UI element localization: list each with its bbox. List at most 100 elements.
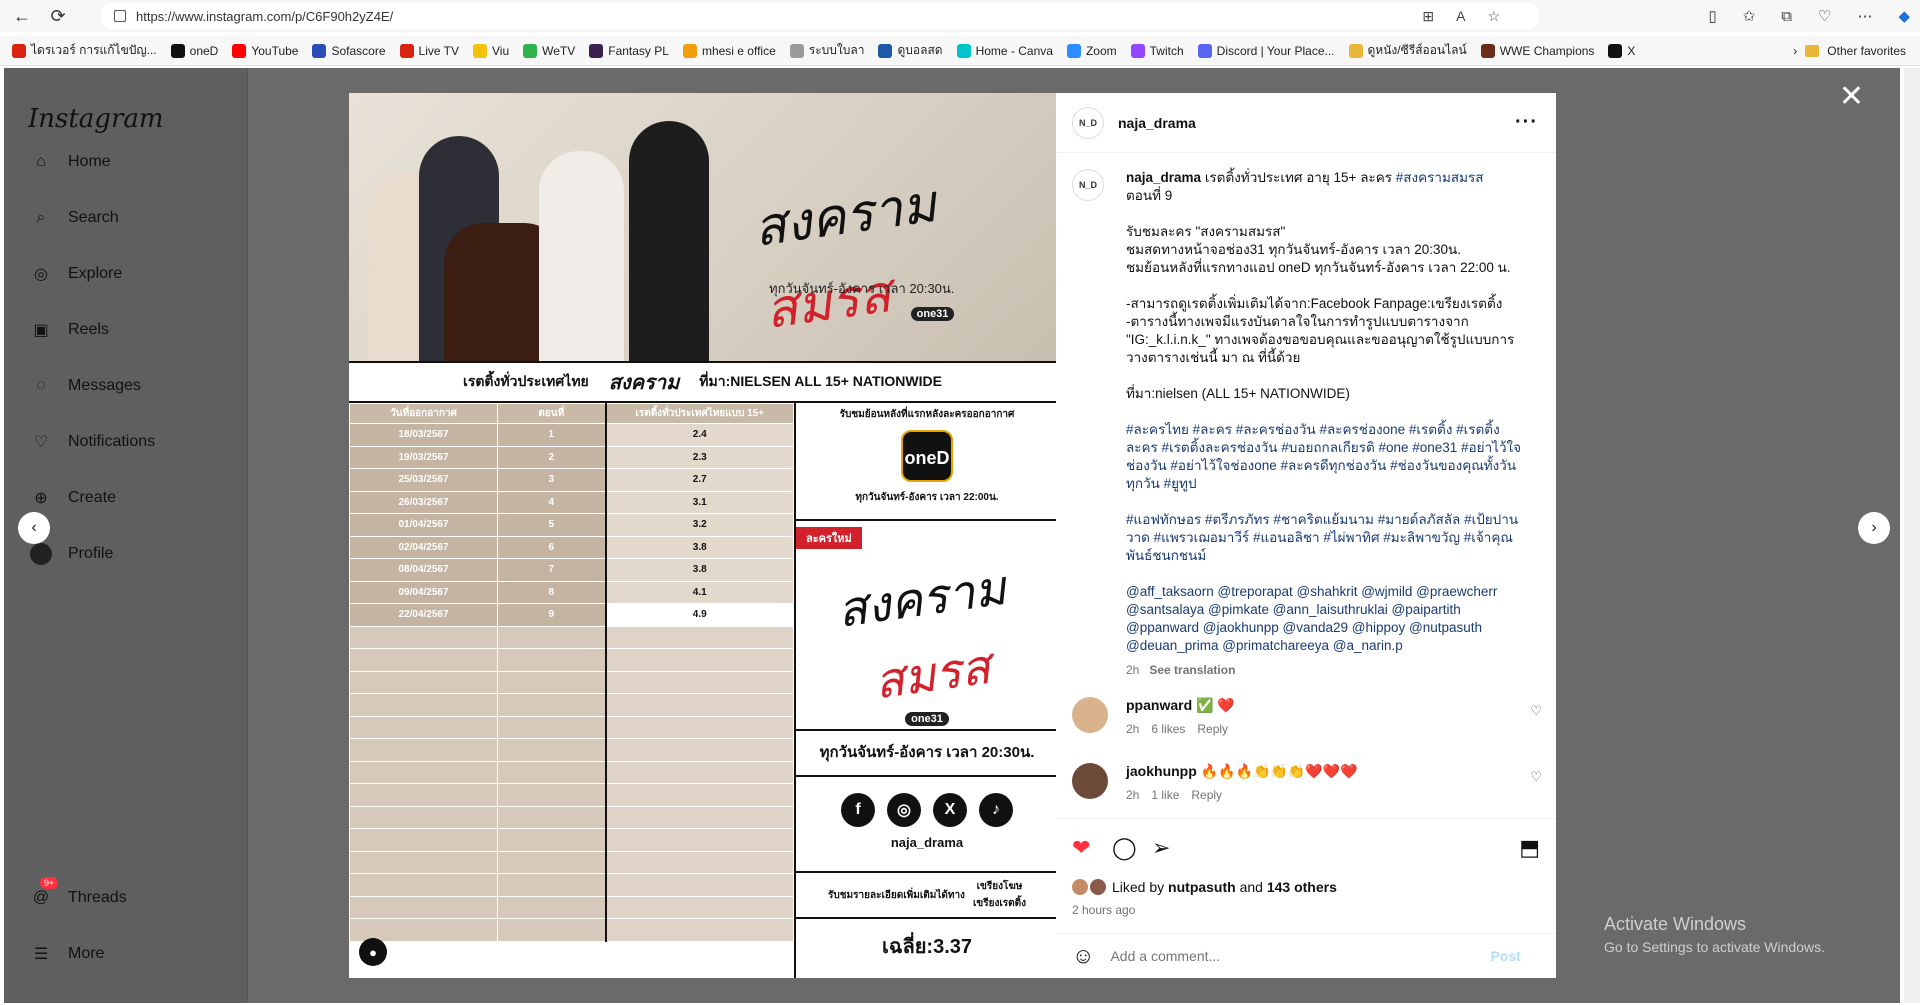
sidebar-item-search[interactable]: ⌕ Search [28,202,119,234]
sidebar-item-more[interactable]: ☰ More [28,938,105,970]
hashtag-links[interactable]: #แอฟทักษอร #ตรีภรภัทร #ชาคริตแย้มนาม #มา… [1126,511,1526,565]
avatar[interactable]: N_D [1072,169,1104,201]
tagged-users-icon[interactable]: ● [359,938,387,966]
avatar[interactable] [1072,697,1108,733]
table-row [349,783,794,807]
settings-more-icon[interactable]: ⋯ [1857,7,1872,25]
more-options-icon[interactable]: ··· [1515,111,1538,134]
tiktok-icon: ♪ [979,793,1013,827]
table-row [349,715,794,739]
liked-heart-icon[interactable]: ❤ [1072,835,1090,861]
address-bar[interactable]: https://www.instagram.com/p/C6F90h2yZ4E/… [100,3,1540,29]
bookmark[interactable]: mhesi e office [682,43,776,58]
sidebar-item-threads[interactable]: @9+ Threads [28,877,127,914]
avatar[interactable] [1072,763,1108,799]
instagram-icon: ◎ [887,793,921,827]
bookmark[interactable]: YouTube [232,43,298,58]
split-screen-icon[interactable]: ▯ [1708,7,1716,25]
x-icon: X [933,793,967,827]
copilot-icon[interactable]: ◆ [1898,7,1910,25]
sidebar-item-explore[interactable]: ◎ Explore [28,258,122,290]
mention-links[interactable]: @aff_taksaorn @treporapat @shahkrit @wjm… [1126,583,1526,655]
comment-input[interactable] [1110,948,1491,964]
like-comment-heart-icon[interactable]: ♡ [1530,703,1542,719]
sidebar-item-home[interactable]: ⌂ Home [28,146,111,178]
other-favorites[interactable]: Other favorites [1827,44,1906,58]
read-aloud-icon[interactable]: A [1456,8,1465,24]
sidebar-item-messages[interactable]: ◌ Messages [28,370,141,402]
bookmark[interactable]: ดูบอลสด [878,41,943,60]
oned-logo: oneD [901,430,953,482]
bookmark[interactable]: WeTV [523,43,575,58]
comment-username[interactable]: ppanward [1126,697,1192,713]
messenger-icon: ◌ [36,377,46,394]
comment-likes[interactable]: 1 like [1151,788,1179,802]
scrollbar[interactable] [1904,68,1920,1003]
instagram-logo[interactable]: Instagram [28,104,164,134]
save-bookmark-icon[interactable]: ⬒ [1519,835,1540,861]
comment-icon[interactable]: ◯ [1112,835,1137,861]
bookmark[interactable]: X [1608,43,1635,58]
bookmark[interactable]: ดูหนัง/ซีรีส์ออนไลน์ [1348,41,1467,60]
hashtag-links[interactable]: #ละครไทย #ละคร #ละครช่องวัน #ละครช่องone… [1126,421,1526,493]
chevron-right-icon[interactable]: › [1793,44,1797,58]
back-arrow-icon[interactable]: ← [8,2,36,30]
favorites-icon[interactable]: ✩ [1743,7,1756,25]
compass-icon: ◎ [34,266,48,283]
comment-username[interactable]: jaokhunpp [1126,763,1197,779]
reply-button[interactable]: Reply [1191,788,1222,802]
table-row [349,693,794,717]
hashtag-link[interactable]: #สงครามสมรส [1396,170,1484,185]
table-row: 25/03/2567 3 2.7 [349,468,794,492]
favorite-star-icon[interactable]: ☆ [1487,8,1500,25]
new-drama-box: ละครใหม่ สงคราม สมรส one31 [796,521,1056,731]
bookmark[interactable]: Discord | Your Place... [1197,43,1335,58]
bookmark[interactable]: Twitch [1130,43,1184,58]
comment-likes[interactable]: 6 likes [1151,722,1185,736]
liked-by[interactable]: Liked by nutpasuth and 143 others [1072,879,1337,895]
browser-essentials-icon[interactable]: ♡ [1818,7,1831,25]
bookmark[interactable]: Home - Canva [956,43,1053,58]
post-comment-button[interactable]: Post [1490,948,1520,964]
post-media[interactable]: สงคราม สมรส ทุกวันจันทร์-อังคาร เวลา 20:3… [349,93,1056,978]
bookmark[interactable]: Fantasy PL [589,43,669,58]
sidebar-item-create[interactable]: ⊕ Create [28,482,116,514]
caption-username[interactable]: naja_drama [1126,170,1201,185]
see-translation-link[interactable]: See translation [1149,663,1235,677]
avatar [1090,879,1106,895]
rating-table: วันที่ออกอากาศ ตอนที่ เรตติ้งทั่วประเทศไ… [349,403,794,942]
url-text: https://www.instagram.com/p/C6F90h2yZ4E/ [136,8,394,24]
bookmark[interactable]: Viu [472,43,509,58]
share-icon[interactable]: ➢ [1152,835,1170,861]
sidebar-item-notifications[interactable]: ♡ Notifications [28,426,155,458]
home-icon: ⌂ [36,153,46,170]
bookmark[interactable]: oneD [170,43,218,58]
bookmark[interactable]: ไดรเวอร์ การแก้ไขปัญ... [12,41,157,60]
reply-button[interactable]: Reply [1197,722,1228,736]
emoji-icon[interactable]: ☺ [1072,943,1094,969]
collections-icon[interactable]: ⧉ [1781,8,1792,25]
post-username[interactable]: naja_drama [1118,115,1196,131]
bookmark[interactable]: WWE Champions [1480,43,1594,58]
bookmark[interactable]: Live TV [399,43,459,58]
sidebar-item-reels[interactable]: ▣ Reels [28,314,108,346]
bookmark[interactable]: Zoom [1066,43,1117,58]
post-panel: N_D naja_drama ··· N_D naja_drama เรตติ้… [1056,93,1556,978]
sidebar-item-profile[interactable]: Profile [28,538,113,570]
cast-photo [629,121,709,361]
app-available-icon[interactable]: ⊞ [1422,8,1434,25]
drama-banner: สงคราม สมรส ทุกวันจันทร์-อังคาร เวลา 20:3… [349,93,1056,363]
like-comment-heart-icon[interactable]: ♡ [1530,769,1542,785]
table-row: 02/04/2567 6 3.8 [349,535,794,559]
cast-photo [539,151,624,361]
bookmark[interactable]: Sofascore [312,43,386,58]
next-post-button[interactable]: › [1858,512,1890,544]
avatar[interactable]: N_D [1072,106,1104,139]
bookmark[interactable]: ระบบใบลา [789,41,864,60]
refresh-icon[interactable]: ⟳ [44,2,72,30]
average-rating: เฉลี่ย:3.37 [881,936,973,958]
previous-post-button[interactable]: ‹ [18,512,50,544]
heart-icon: ♡ [33,434,49,451]
close-icon[interactable]: ✕ [1839,82,1864,112]
folder-icon [1805,45,1820,57]
